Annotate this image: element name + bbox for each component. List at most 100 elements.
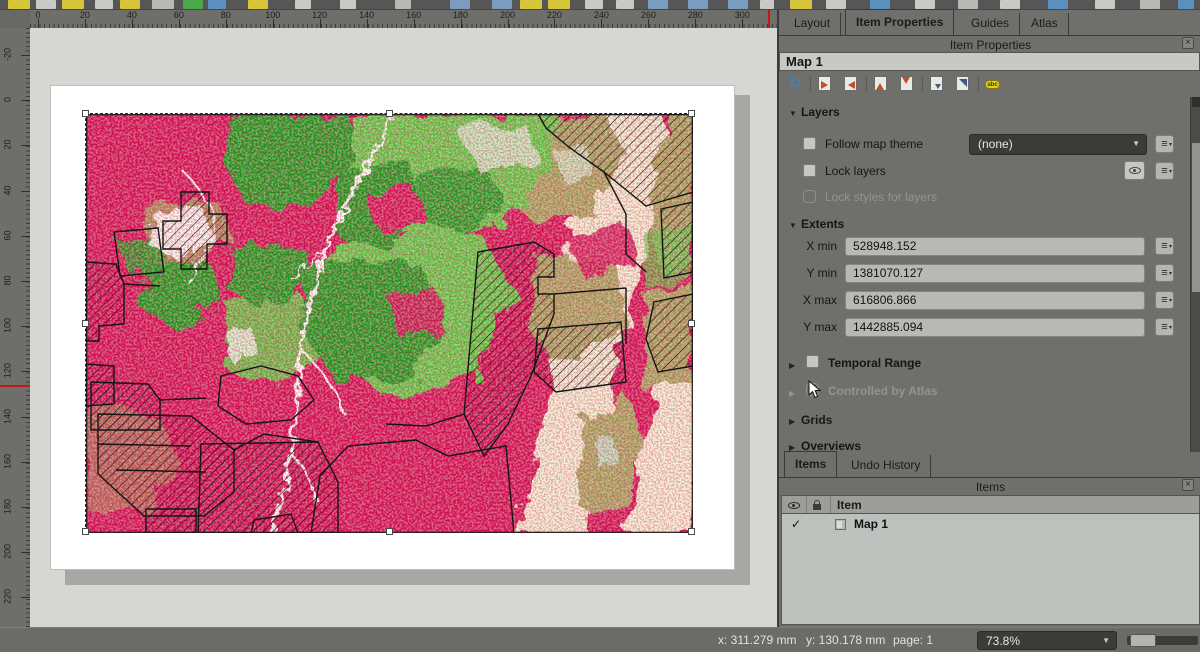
map-theme-dropdown[interactable]: (none) ▼ bbox=[969, 134, 1147, 155]
temporal-range-section[interactable]: ▶ bbox=[789, 357, 801, 371]
grids-section[interactable]: ▶Grids bbox=[789, 413, 832, 427]
close-panel-icon[interactable]: × bbox=[1182, 479, 1194, 491]
properties-scrollbar[interactable] bbox=[1190, 97, 1200, 452]
items-panel-title: Items bbox=[779, 480, 1200, 496]
temporal-range-checkbox[interactable] bbox=[806, 355, 819, 368]
data-defined-override-button[interactable]: ≡▾ bbox=[1155, 291, 1174, 309]
cursor-position-marker bbox=[768, 10, 770, 28]
tab-guides[interactable]: Guides bbox=[961, 13, 1020, 35]
ruler-label: 300 bbox=[735, 10, 750, 20]
ruler-label: 100 bbox=[265, 10, 280, 20]
selection-handle-bottom-left[interactable] bbox=[82, 528, 89, 535]
set-canvas-scale-icon[interactable] bbox=[897, 74, 917, 94]
data-defined-override-button[interactable]: ≡▾ bbox=[1155, 264, 1174, 282]
layer-visibility-eye-button[interactable] bbox=[1124, 161, 1145, 180]
zoom-level-combobox[interactable]: 73.8% ▼ bbox=[977, 631, 1117, 650]
set-map-scale-icon[interactable] bbox=[871, 74, 891, 94]
toolbar-icon-fragment bbox=[395, 0, 411, 9]
map-item-icon bbox=[835, 519, 846, 530]
visibility-column-eye-icon bbox=[788, 502, 800, 509]
clipping-settings-icon[interactable] bbox=[953, 74, 973, 94]
ruler-major-tick bbox=[367, 19, 368, 28]
lock-layers-checkbox[interactable] bbox=[803, 164, 816, 177]
items-table-header: Item bbox=[781, 495, 1200, 514]
selection-handle-bottom-right[interactable] bbox=[688, 528, 695, 535]
selection-handle-top-right[interactable] bbox=[688, 110, 695, 117]
items-table-row-map1[interactable]: ✓ Map 1 bbox=[782, 516, 1199, 534]
page-indicator: page: 1 bbox=[893, 633, 933, 647]
ruler-label: 0 bbox=[3, 87, 14, 113]
ymin-input[interactable]: 1381070.127 bbox=[845, 264, 1145, 283]
items-tabbar: Items Undo History bbox=[779, 452, 1200, 478]
controlled-by-atlas-section: ▶ bbox=[789, 385, 801, 399]
toolbar-icon-fragment bbox=[340, 0, 356, 9]
xmax-input[interactable]: 616806.866 bbox=[845, 291, 1145, 310]
ruler-label: 220 bbox=[547, 10, 562, 20]
tab-atlas[interactable]: Atlas bbox=[1021, 13, 1069, 35]
item-column-header[interactable]: Item bbox=[837, 498, 862, 512]
toolbar-icon-fragment bbox=[208, 0, 226, 9]
selection-handle-middle-right[interactable] bbox=[688, 320, 695, 327]
view-map-extent-icon[interactable] bbox=[841, 74, 861, 94]
collapse-triangle-icon: ▶ bbox=[789, 389, 801, 398]
tab-item-properties[interactable]: Item Properties bbox=[845, 9, 954, 35]
extents-section-header[interactable]: ▼Extents bbox=[789, 217, 844, 231]
ruler-major-tick bbox=[21, 462, 30, 463]
map-item[interactable] bbox=[85, 113, 692, 532]
page-shadow bbox=[65, 570, 750, 585]
ymax-input[interactable]: 1442885.094 bbox=[845, 318, 1145, 337]
toolbar-icon-fragment bbox=[492, 0, 512, 9]
lock-column-lock-icon bbox=[813, 504, 821, 510]
selection-handle-middle-left[interactable] bbox=[82, 320, 89, 327]
qgis-layout-window: 0204060801001201401601802002202402602803… bbox=[0, 0, 1200, 652]
tab-undo-history[interactable]: Undo History bbox=[841, 455, 931, 477]
ruler-label: 160 bbox=[406, 10, 421, 20]
toolbar-icon-fragment bbox=[520, 0, 542, 9]
selection-handle-bottom-center[interactable] bbox=[386, 528, 393, 535]
selection-handle-top-center[interactable] bbox=[386, 110, 393, 117]
cursor-position-marker bbox=[0, 385, 30, 387]
ruler-major-tick bbox=[21, 55, 30, 56]
tab-layout[interactable]: Layout bbox=[784, 13, 841, 35]
visibility-checkmark[interactable]: ✓ bbox=[791, 517, 801, 531]
data-defined-override-button[interactable]: ≡▾ bbox=[1155, 318, 1174, 336]
layout-canvas[interactable] bbox=[30, 28, 777, 627]
ymin-label: Y min bbox=[797, 266, 837, 280]
selection-handle-top-left[interactable] bbox=[82, 110, 89, 117]
set-map-extent-icon[interactable] bbox=[815, 74, 835, 94]
toolbar-icon-fragment bbox=[120, 0, 140, 9]
data-defined-override-button[interactable]: ≡▾ bbox=[1155, 162, 1174, 180]
ruler-major-tick bbox=[85, 19, 86, 28]
lock-layers-label: Lock layers bbox=[825, 164, 886, 178]
cursor-x-coordinate: x: 311.279 mm bbox=[718, 633, 796, 647]
ruler-major-tick bbox=[21, 281, 30, 282]
close-panel-icon[interactable]: × bbox=[1182, 37, 1194, 49]
ruler-label: 180 bbox=[453, 10, 468, 20]
ruler-label: 20 bbox=[3, 132, 14, 158]
update-map-preview-icon[interactable]: ↻ bbox=[785, 74, 805, 94]
toolbar-icon-fragment bbox=[1048, 0, 1068, 9]
ruler-major-tick bbox=[508, 19, 509, 28]
chevron-down-icon: ▼ bbox=[1132, 139, 1140, 148]
tab-items[interactable]: Items bbox=[784, 451, 837, 477]
ruler-major-tick bbox=[461, 19, 462, 28]
ruler-major-tick bbox=[21, 552, 30, 553]
zoom-slider-handle[interactable] bbox=[1130, 634, 1156, 647]
ruler-label: 120 bbox=[3, 358, 14, 384]
toolbar-icon-fragment bbox=[648, 0, 668, 9]
labeling-settings-icon[interactable]: abc bbox=[983, 74, 1003, 94]
edit-map-extent-icon[interactable] bbox=[927, 74, 947, 94]
data-defined-override-button[interactable]: ≡▾ bbox=[1155, 135, 1174, 153]
xmin-input[interactable]: 528948.152 bbox=[845, 237, 1145, 256]
dock-tabbar: Layout Item Properties Guides Atlas bbox=[779, 10, 1200, 36]
layers-section-header[interactable]: ▼Layers bbox=[789, 105, 840, 119]
scrollbar-thumb[interactable] bbox=[1192, 143, 1200, 292]
follow-map-theme-checkbox[interactable] bbox=[803, 137, 816, 150]
toolbar-icon-fragment bbox=[450, 0, 470, 9]
data-defined-override-button[interactable]: ≡▾ bbox=[1155, 237, 1174, 255]
vertical-ruler: -20020406080100120140160180200220 bbox=[0, 28, 30, 627]
ruler-major-tick bbox=[38, 19, 39, 28]
status-bar: x: 311.279 mm y: 130.178 mm page: 1 73.8… bbox=[0, 627, 1200, 652]
ruler-major-tick bbox=[179, 19, 180, 28]
ruler-label: 100 bbox=[3, 313, 14, 339]
